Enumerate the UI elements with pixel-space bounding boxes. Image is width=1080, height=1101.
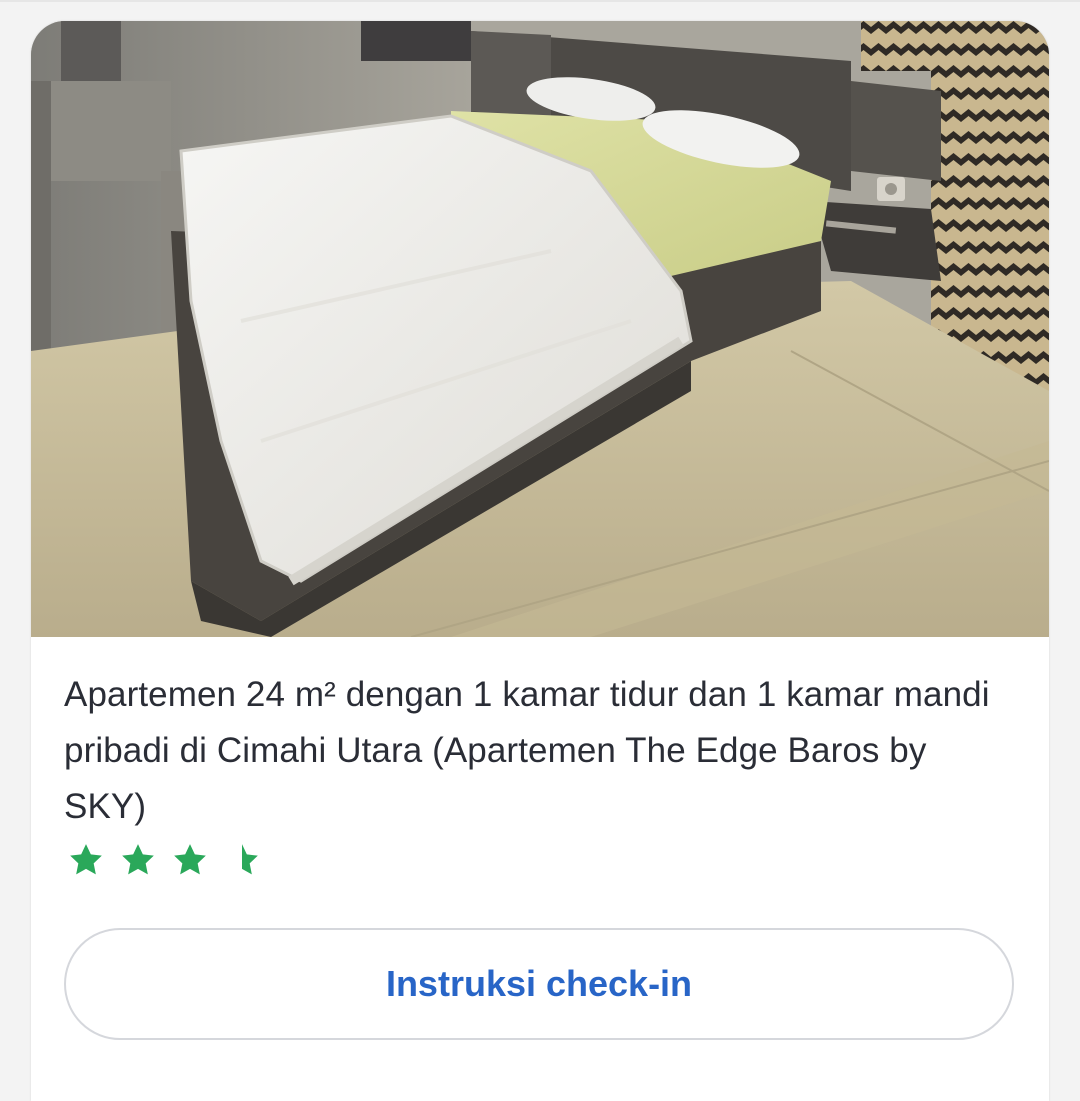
star-full-icon — [170, 840, 210, 880]
rating-stars — [66, 840, 262, 880]
listing-title: Apartemen 24 m² dengan 1 kamar tidur dan… — [64, 675, 990, 826]
star-full-icon — [118, 840, 158, 880]
star-full-icon — [66, 840, 106, 880]
star-half-icon — [222, 840, 262, 880]
listing-photo[interactable] — [31, 21, 1049, 637]
top-divider — [0, 0, 1080, 2]
checkin-instructions-button[interactable]: Instruksi check-in — [64, 928, 1014, 1040]
listing-card: Apartemen 24 m² dengan 1 kamar tidur dan… — [31, 21, 1049, 1101]
checkin-instructions-label: Instruksi check-in — [385, 963, 693, 1004]
